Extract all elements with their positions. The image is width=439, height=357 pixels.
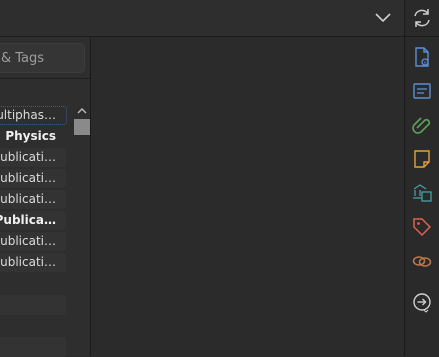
collection-label: ultiphas… (0, 108, 56, 122)
collection-label: Publicati… (0, 171, 56, 185)
filter-placeholder: & Tags (1, 51, 45, 66)
tag-selector-box[interactable] (0, 295, 66, 315)
abstract-icon[interactable] (410, 79, 434, 103)
collection-label: Physics (5, 129, 56, 143)
scroll-up-icon[interactable] (77, 107, 87, 115)
collection-item[interactable]: Publicati… (0, 168, 68, 189)
note-icon[interactable] (410, 147, 434, 171)
paperclip-icon[interactable] (410, 113, 434, 137)
collection-item[interactable]: Publica… (0, 210, 68, 231)
scrollbar-thumb[interactable] (74, 119, 90, 135)
collection-item[interactable]: Physics (0, 126, 68, 147)
collection-label: Publicati… (0, 234, 56, 248)
collection-item[interactable]: Publicati… (0, 231, 68, 252)
tag-icon[interactable] (410, 215, 434, 239)
collection-item[interactable]: Publicati… (0, 147, 68, 168)
divider (0, 78, 90, 79)
collection-item[interactable]: Publicati… (0, 252, 68, 273)
filter-collections-input[interactable]: & Tags (0, 43, 85, 73)
sync-icon[interactable] (410, 6, 434, 30)
collection-item[interactable]: ultiphas… (0, 105, 68, 126)
locate-icon[interactable] (410, 290, 434, 314)
collection-label: Publicati… (0, 150, 56, 164)
top-toolbar (0, 0, 404, 37)
sidenav-top (405, 0, 439, 37)
related-link-icon[interactable] (410, 249, 434, 273)
collection-item[interactable]: Publicati… (0, 189, 68, 210)
collection-label: Publicati… (0, 255, 56, 269)
collection-label: Publica… (0, 213, 56, 227)
collection-tree: ultiphas… Physics Publicati… Publicati… … (0, 105, 68, 273)
collection-label: Publicati… (0, 192, 56, 206)
chevron-down-icon[interactable] (372, 8, 394, 28)
libraries-collections-icon[interactable] (410, 181, 434, 205)
tag-filter-box[interactable] (0, 337, 66, 357)
item-pane-sidenav (404, 0, 439, 356)
collections-pane: & Tags ultiphas… Physics Publicati… Publ… (0, 37, 91, 357)
document-info-icon[interactable] (410, 45, 434, 69)
